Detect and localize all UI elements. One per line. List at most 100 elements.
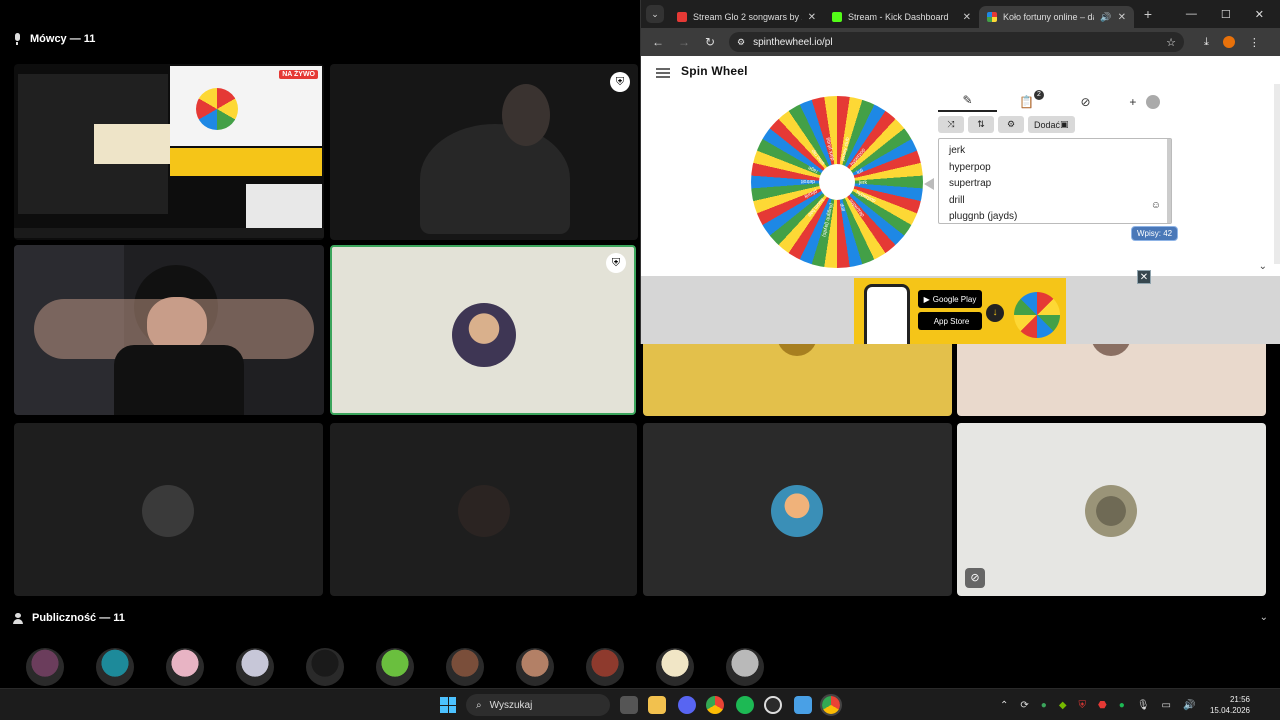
speaker-tile-screenshare[interactable]: NA ŻYWO [14, 64, 324, 240]
chevron-down-icon[interactable]: ⌄ [1260, 612, 1268, 623]
chevron-down-icon[interactable]: ⌄ [1259, 261, 1267, 272]
speaker-tile-webcam-person[interactable] [14, 245, 324, 415]
close-ad-icon[interactable]: ✕ [1137, 270, 1151, 284]
tab-search-button[interactable]: ⌄ [646, 5, 664, 23]
chrome-active-icon[interactable] [820, 694, 842, 716]
windows-start-icon[interactable] [440, 697, 456, 713]
reload-icon[interactable]: ↻ [703, 35, 717, 49]
entry-line: pluggnb (jayds) [949, 211, 1018, 223]
shuffle-icon: ⤨ [947, 119, 955, 129]
audio-icon[interactable]: 🔊 [1100, 12, 1111, 23]
profile-avatar[interactable] [1222, 36, 1235, 48]
results-badge: 2 [1034, 90, 1044, 100]
google-play-button[interactable]: ▶ Google Play [918, 290, 982, 308]
entries-textarea[interactable]: jerk hyperpop supertrap drill pluggnb (j… [938, 138, 1172, 224]
emoji-icon[interactable]: ☺ [1151, 198, 1161, 215]
people-icon [12, 612, 24, 624]
panel-tabs: ✎ 📋 2 ⊘ + [938, 90, 1174, 112]
speaker-tile-3[interactable] [14, 423, 323, 596]
record-icon[interactable]: ⬣ [1098, 700, 1107, 711]
bookmark-star-icon[interactable]: ☆ [1166, 36, 1176, 49]
site-info-icon[interactable]: ⚙ [737, 37, 745, 48]
speaker-tile-5[interactable] [643, 423, 952, 596]
spotify-icon[interactable] [736, 696, 754, 714]
audience-avatar[interactable] [166, 648, 204, 686]
nvidia-icon[interactable]: ◆ [1059, 700, 1067, 711]
tab-edit[interactable]: ✎ [938, 93, 997, 112]
speaker-avatar [1085, 485, 1137, 537]
clock[interactable]: 21:56 15.04.2026 [1210, 694, 1250, 716]
audience-avatar[interactable] [586, 648, 624, 686]
tab-stream-glo[interactable]: Stream Glo 2 songwars by zim ✕ [669, 6, 824, 28]
audience-avatar[interactable] [26, 648, 64, 686]
sort-button[interactable]: ⇅ [968, 116, 994, 133]
page-scrollbar[interactable] [1274, 84, 1280, 264]
tab-kick-dashboard[interactable]: Stream - Kick Dashboard ✕ [824, 6, 979, 28]
chrome-icon[interactable] [706, 696, 724, 714]
shield-red-icon[interactable]: ⛨ [1079, 700, 1087, 711]
phone-image [864, 284, 910, 344]
network-icon[interactable]: ▭ [1162, 700, 1171, 711]
maximize-icon[interactable]: ☐ [1221, 8, 1231, 21]
green-dot-icon[interactable]: ● [1041, 700, 1047, 711]
entry-line: jerk [949, 145, 966, 156]
audience-avatar[interactable] [446, 648, 484, 686]
audience-avatar[interactable] [656, 648, 694, 686]
system-tray: ⌃ ⟳ ● ◆ ⛨ ⬣ ● 🎙 ▭ 🔊 [1000, 689, 1195, 720]
close-tab-icon[interactable]: ✕ [963, 12, 971, 23]
notepad-icon[interactable] [794, 696, 812, 714]
app-store-button[interactable]: App Store [918, 312, 982, 330]
microphone-tray-icon[interactable]: 🎙 [1137, 700, 1150, 711]
chevron-up-icon[interactable]: ⌃ [1000, 700, 1008, 711]
task-view-icon[interactable] [620, 696, 638, 714]
discord-icon[interactable] [678, 696, 696, 714]
new-tab-button[interactable]: + [1138, 6, 1158, 22]
entries-scrollbar[interactable] [1167, 139, 1171, 223]
wheel-center[interactable] [819, 164, 855, 200]
tab-results[interactable]: 📋 2 [997, 90, 1056, 109]
speaker-tile-4[interactable] [330, 423, 637, 596]
audience-avatar[interactable] [376, 648, 414, 686]
close-window-icon[interactable]: ✕ [1255, 8, 1264, 21]
speaker-avatar [458, 485, 510, 537]
back-icon[interactable]: ← [651, 35, 665, 49]
image-icon: ▣ [1060, 119, 1069, 129]
audience-avatar[interactable] [516, 648, 554, 686]
site-logo[interactable]: Spin Wheel [681, 64, 748, 78]
minimize-icon[interactable]: — [1186, 8, 1197, 21]
shuffle-button[interactable]: ⤨ [938, 116, 964, 133]
taskbar-search[interactable]: ⌕ Wyszukaj [466, 694, 610, 716]
entry-line: hyperpop [949, 161, 991, 173]
obs-icon[interactable] [764, 696, 782, 714]
settings-button[interactable]: ⚙ [998, 116, 1024, 133]
spotify-tray-icon[interactable]: ● [1119, 700, 1125, 711]
close-tab-icon[interactable]: ✕ [1118, 12, 1126, 23]
speaker-tile-webcam-dark[interactable]: ⛨ [330, 64, 638, 240]
volume-icon[interactable]: 🔊 [1183, 700, 1195, 711]
plus-icon: + [1129, 94, 1137, 109]
menu-dots-icon[interactable]: ⋮ [1249, 36, 1260, 49]
tab-add-wheel[interactable]: + [1115, 95, 1174, 110]
audience-header: Publiczność — 11 [12, 608, 125, 628]
microphone-icon [12, 33, 22, 45]
speaker-avatar [452, 303, 516, 367]
tab-hidden[interactable]: ⊘ [1056, 95, 1115, 109]
file-explorer-icon[interactable] [648, 696, 666, 714]
close-tab-icon[interactable]: ✕ [808, 12, 816, 23]
add-image-button[interactable]: Dodać ▣ [1028, 116, 1075, 133]
speaker-tile-active[interactable]: ⛨ [330, 245, 636, 415]
audience-avatar[interactable] [96, 648, 134, 686]
audience-avatar[interactable] [306, 648, 344, 686]
forward-icon[interactable]: → [677, 35, 691, 49]
app-ad-banner[interactable]: ▶ Google Play App Store ↓ [854, 278, 1066, 344]
sync-icon[interactable]: ⟳ [1020, 700, 1028, 711]
audience-avatar[interactable] [726, 648, 764, 686]
screenshare-thumb-wheel: NA ŻYWO [170, 66, 322, 146]
url-input[interactable]: ⚙ spinthewheel.io/pl ☆ [729, 32, 1184, 52]
speaker-tile-6[interactable]: ⊘ [957, 423, 1266, 596]
hamburger-menu-icon[interactable] [656, 68, 670, 78]
audience-avatar[interactable] [236, 648, 274, 686]
tab-spin-wheel[interactable]: Koło fortuny online – dam 🔊 ✕ [979, 6, 1134, 28]
wheel-pointer [924, 178, 934, 190]
download-icon[interactable]: ⤓ [1204, 36, 1209, 49]
